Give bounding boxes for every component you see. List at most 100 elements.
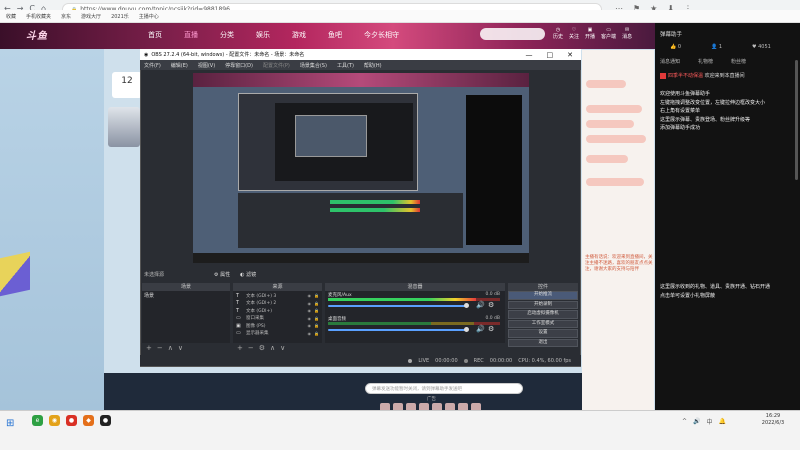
filters-button[interactable]: ◐ 滤镜	[240, 271, 256, 278]
history-button[interactable]: ◷ 历史	[553, 27, 563, 40]
gear-icon[interactable]: ⚙	[259, 344, 265, 352]
tool-app-icon[interactable]: ◆	[83, 415, 94, 426]
lock-icon[interactable]: 🔒	[314, 293, 319, 298]
tag-pill[interactable]	[586, 135, 646, 143]
browser-app-icon[interactable]: e	[32, 415, 43, 426]
anchor-avatar[interactable]	[108, 107, 140, 147]
virtual-camera-button[interactable]: 启动虚拟摄像机	[508, 310, 578, 319]
lock-icon[interactable]: 🔒	[314, 301, 319, 306]
scene-item[interactable]: 场景	[142, 292, 230, 300]
douyu-search-input[interactable]	[480, 28, 545, 40]
bookmark-item[interactable]: 京东	[61, 13, 71, 20]
lock-icon[interactable]: 🔒	[314, 331, 319, 336]
client-button[interactable]: ▭ 客户端	[601, 27, 616, 40]
obs-app-icon[interactable]: ●	[100, 415, 111, 426]
tag-pill[interactable]	[586, 178, 644, 186]
add-icon[interactable]: +	[237, 344, 243, 352]
source-item[interactable]: ▭ 显示器采集 ◉ 🔒	[234, 330, 321, 338]
nav-item-category[interactable]: 分类	[220, 30, 234, 40]
eye-icon[interactable]: ◉	[308, 308, 312, 313]
studio-mode-button[interactable]: 工作室模式	[508, 319, 578, 328]
volume-slider-handle[interactable]	[464, 303, 469, 308]
maximize-icon[interactable]: □	[547, 51, 554, 59]
minimize-icon[interactable]: —	[526, 51, 533, 59]
tab-notifications[interactable]: 消息通知	[660, 58, 680, 65]
nav-item-event[interactable]: 今夕长相守	[364, 30, 399, 40]
start-recording-button[interactable]: 开始录制	[508, 300, 578, 309]
remove-icon[interactable]: −	[248, 344, 254, 352]
volume-slider-handle[interactable]	[464, 327, 469, 332]
bookmark-item[interactable]: 收藏	[6, 13, 16, 20]
move-down-icon[interactable]: ∨	[280, 344, 285, 352]
nav-item-live[interactable]: 直播	[184, 30, 198, 40]
lock-icon[interactable]: 🔒	[314, 316, 319, 321]
menu-scene-collection[interactable]: 场景集合(S)	[300, 62, 327, 69]
bookmark-item[interactable]: 2021乐	[111, 13, 129, 20]
settings-button[interactable]: 设置	[508, 329, 578, 338]
nav-item-home[interactable]: 首页	[148, 30, 162, 40]
bookmark-item[interactable]: 游戏大厅	[81, 13, 101, 20]
source-item[interactable]: T 文本 (GDI+) 2 ◉ 🔒	[234, 300, 321, 308]
nav-item-games[interactable]: 游戏	[292, 30, 306, 40]
danmu-input[interactable]: 弹幕发送功能暂时关闭，请到弹幕助手发送吧	[365, 383, 523, 394]
gear-icon[interactable]: ⚙	[488, 325, 494, 333]
move-down-icon[interactable]: ∨	[178, 344, 183, 352]
tab-fan-rank[interactable]: 粉丝榜	[731, 58, 746, 65]
properties-button[interactable]: ⚙ 属性	[214, 271, 230, 278]
record-app-icon[interactable]: ●	[66, 415, 77, 426]
source-item[interactable]: ▣ 图像 (PS) ◉ 🔒	[234, 322, 321, 330]
tag-pill[interactable]	[586, 105, 642, 113]
windows-start-icon[interactable]: ⊞	[6, 418, 14, 429]
nav-item-entertainment[interactable]: 娱乐	[256, 30, 270, 40]
menu-view[interactable]: 视图(V)	[198, 62, 215, 69]
nav-item-yuba[interactable]: 鱼吧	[328, 30, 342, 40]
douyu-logo[interactable]: 斗鱼	[26, 27, 136, 45]
source-item[interactable]: T 文本 (GDI+) 3 ◉ 🔒	[234, 292, 321, 300]
speaker-icon[interactable]: 🔊	[476, 325, 485, 333]
ime-icon[interactable]: 中	[707, 417, 713, 426]
broadcast-button[interactable]: ▣ 开播	[585, 27, 595, 40]
lock-icon[interactable]: 🔒	[314, 308, 319, 313]
bookmark-item[interactable]: 主播中心	[139, 13, 159, 20]
chat-username[interactable]: 四季半不动保温	[668, 73, 703, 79]
close-icon[interactable]: ✕	[567, 51, 573, 59]
source-item[interactable]: ▭ 窗口采集 ◉ 🔒	[234, 315, 321, 323]
gear-icon[interactable]: ⚙	[488, 301, 494, 309]
exit-button[interactable]: 退出	[508, 338, 578, 347]
eye-icon[interactable]: ◉	[308, 316, 312, 321]
menu-profile[interactable]: 配置文件(P)	[263, 62, 290, 69]
bookmark-item[interactable]: 手机收藏夹	[26, 13, 51, 20]
menu-help[interactable]: 帮助(H)	[364, 62, 382, 69]
panel-scrollbar[interactable]	[795, 60, 798, 180]
taskbar-clock[interactable]: 16:29 2022/6/3	[750, 413, 796, 427]
notification-icon[interactable]: 🔔	[719, 418, 726, 425]
tray-expand-icon[interactable]: ^	[682, 418, 687, 425]
folder-app-icon[interactable]: ◉	[49, 415, 60, 426]
tag-pill[interactable]	[586, 120, 634, 128]
message-button[interactable]: ✉ 消息	[622, 27, 632, 40]
volume-slider[interactable]	[328, 305, 468, 307]
move-up-icon[interactable]: ∧	[270, 344, 275, 352]
add-icon[interactable]: +	[146, 344, 152, 352]
menu-edit[interactable]: 编辑(E)	[171, 62, 188, 69]
menu-docks[interactable]: 停靠窗口(D)	[225, 62, 253, 69]
tag-pill[interactable]	[586, 155, 628, 163]
follow-button[interactable]: ♡ 关注	[569, 27, 579, 40]
menu-file[interactable]: 文件(F)	[144, 62, 161, 69]
start-streaming-button[interactable]: 开始推流	[508, 291, 578, 300]
eye-icon[interactable]: ◉	[308, 323, 312, 328]
eye-icon[interactable]: ◉	[308, 301, 312, 306]
volume-slider[interactable]	[328, 329, 468, 331]
source-item[interactable]: T 文本 (GDI+) ◉ 🔒	[234, 307, 321, 315]
eye-icon[interactable]: ◉	[308, 293, 312, 298]
tag-pill[interactable]	[586, 80, 626, 88]
lock-icon[interactable]: 🔒	[314, 323, 319, 328]
speaker-icon[interactable]: 🔊	[476, 301, 485, 309]
tab-gift-rank[interactable]: 礼物榜	[698, 58, 713, 65]
menu-tools[interactable]: 工具(T)	[337, 62, 354, 69]
volume-icon[interactable]: 🔊	[693, 418, 700, 425]
obs-titlebar[interactable]: ◉ OBS 27.2.4 (64-bit, windows) - 配置文件：未命…	[140, 49, 581, 60]
eye-icon[interactable]: ◉	[308, 331, 312, 336]
move-up-icon[interactable]: ∧	[168, 344, 173, 352]
remove-icon[interactable]: −	[157, 344, 163, 352]
